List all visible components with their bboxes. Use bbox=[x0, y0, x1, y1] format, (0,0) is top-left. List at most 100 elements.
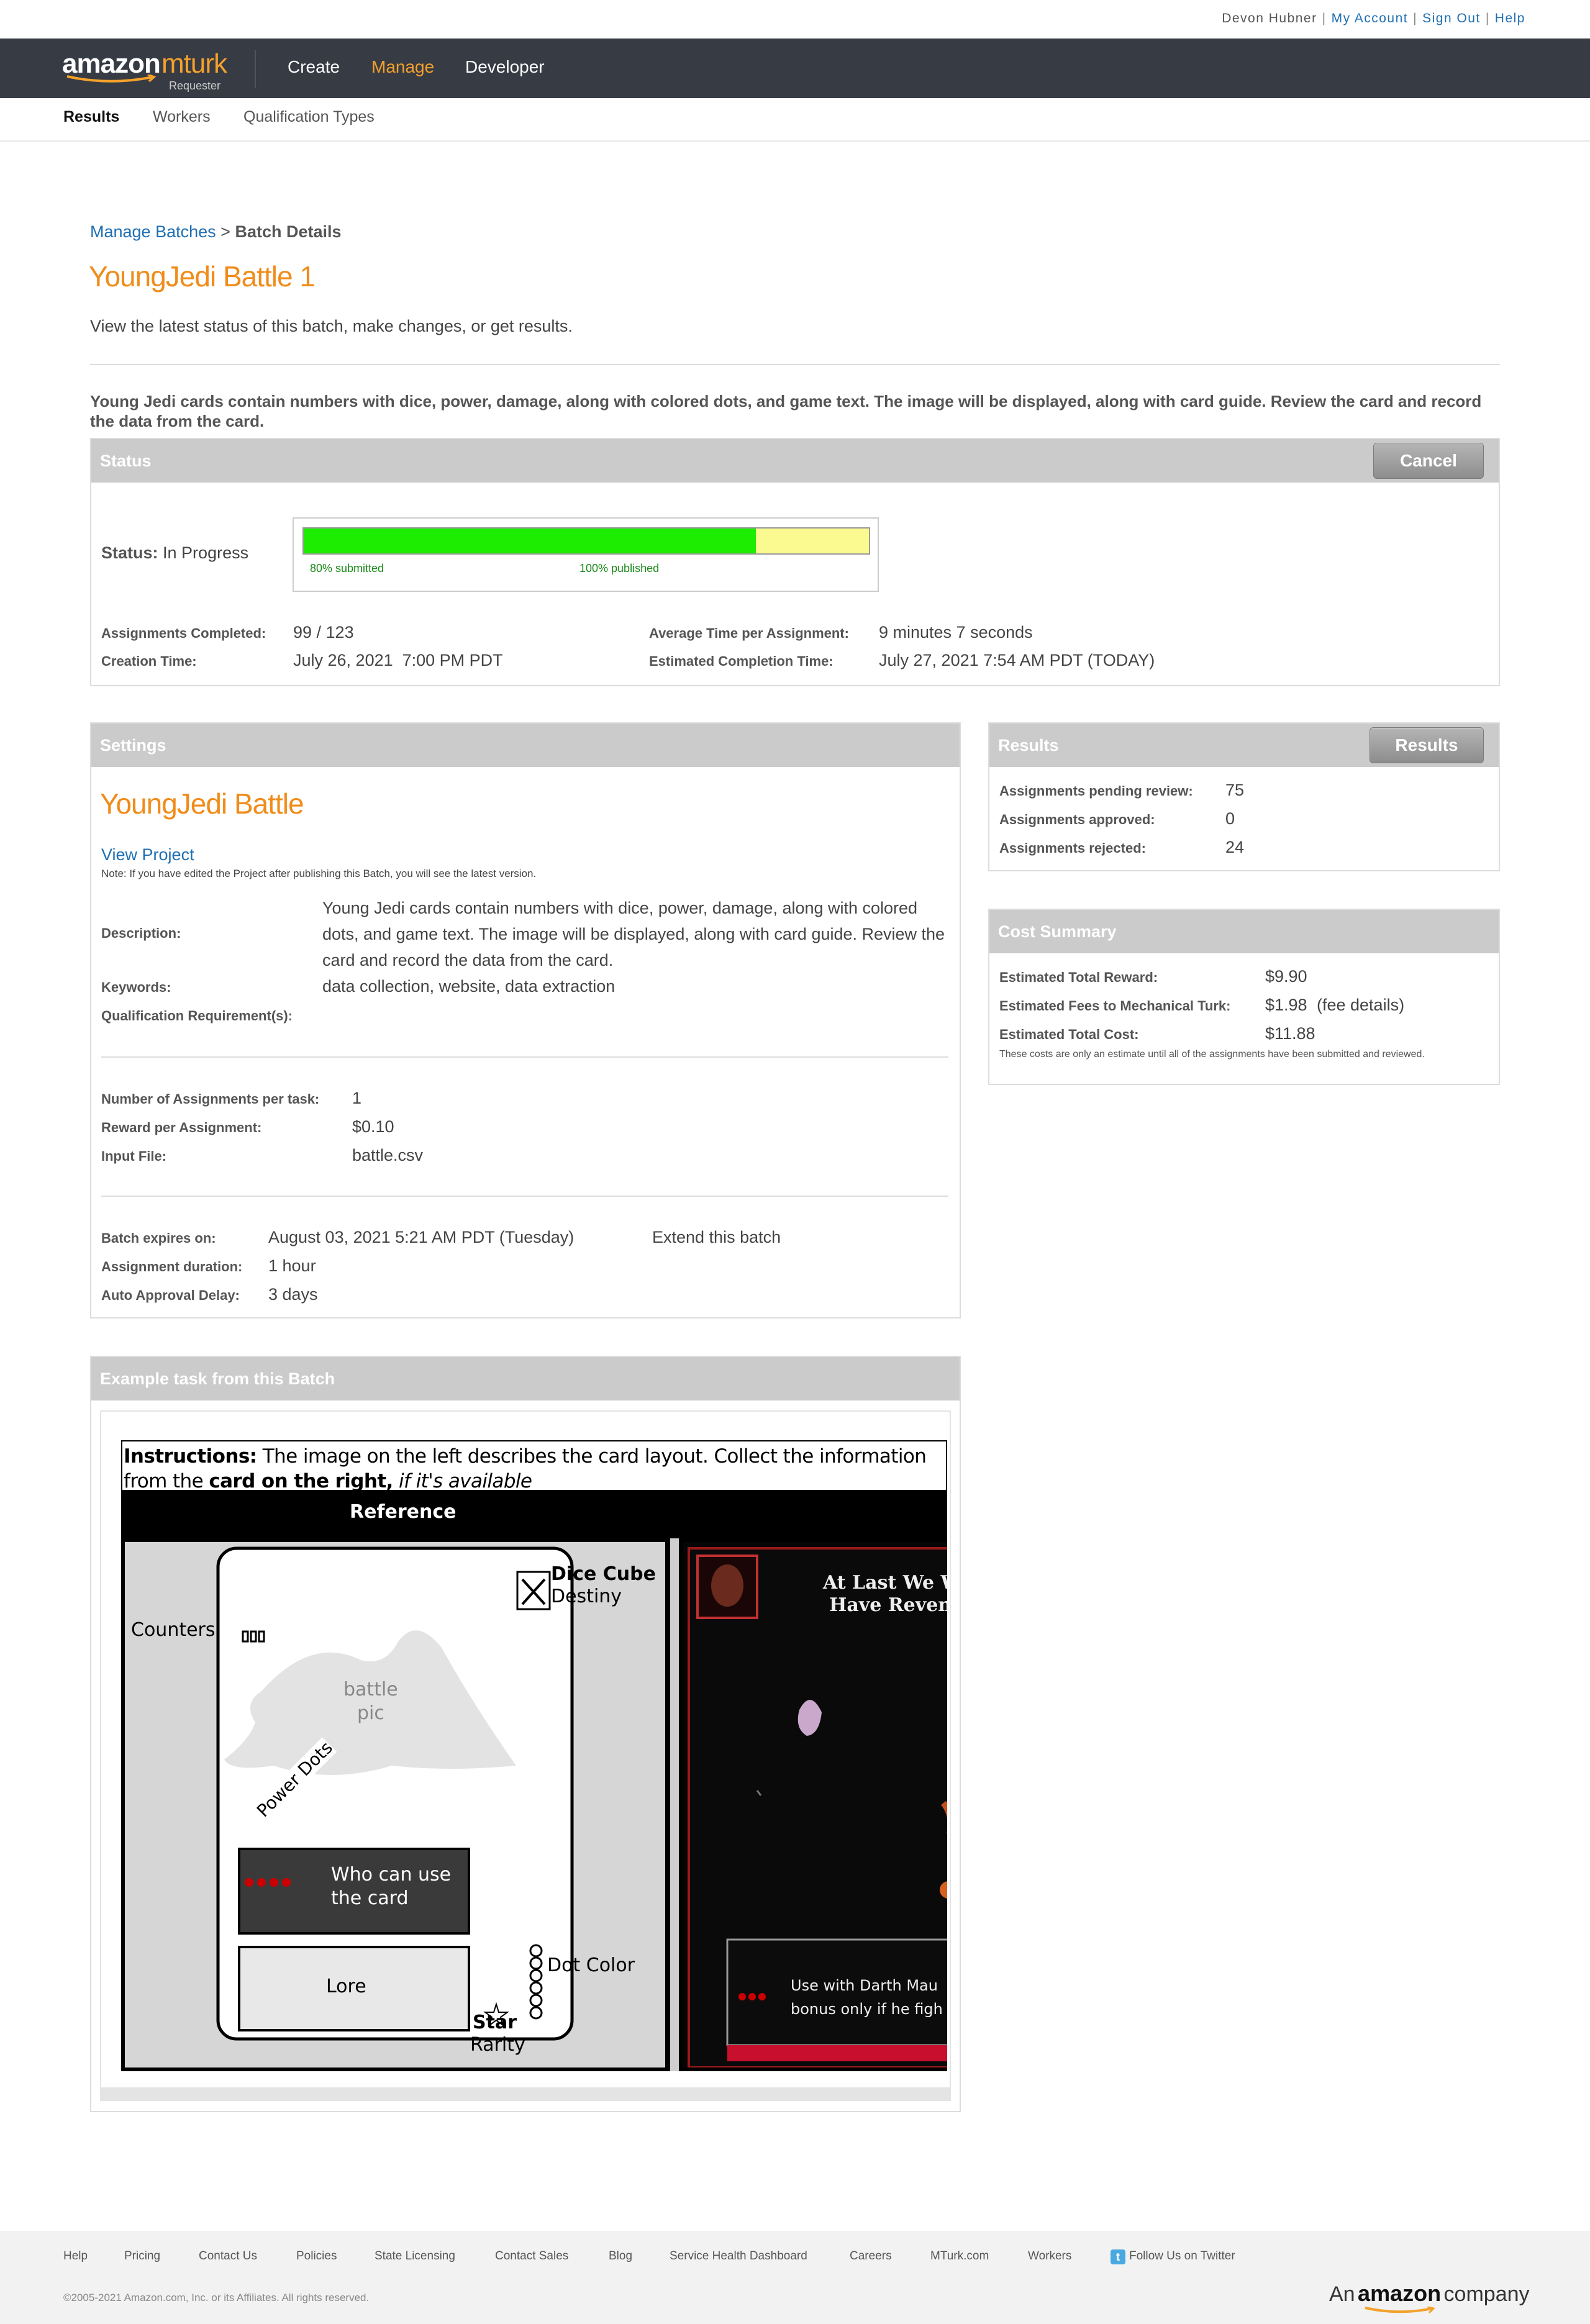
cost-note: These costs are only an estimate until a… bbox=[999, 1049, 1425, 1060]
est-fees-label: Estimated Fees to Mechanical Turk: bbox=[999, 998, 1231, 1014]
nav-divider bbox=[255, 50, 256, 88]
label-star: Star bbox=[473, 2012, 517, 2033]
auto-approval-value: 3 days bbox=[268, 1285, 318, 1304]
amazon-smile-icon bbox=[66, 75, 157, 83]
card-image-pane: At Last We W Have Reven Use with Darth M… bbox=[670, 1538, 947, 2071]
footer-link-blog[interactable]: Blog bbox=[609, 2249, 632, 2263]
status-panel-header: Status bbox=[91, 439, 1499, 483]
status-label: Status: bbox=[101, 543, 158, 562]
cancel-button[interactable]: Cancel bbox=[1373, 443, 1484, 479]
description-label: Description: bbox=[101, 925, 181, 941]
label-dice-cube: Dice Cube bbox=[551, 1563, 656, 1585]
main-navbar: amazon mturk Requester Create Manage Dev… bbox=[0, 39, 1590, 98]
footer-link-pricing[interactable]: Pricing bbox=[124, 2249, 160, 2263]
reward-label: Reward per Assignment: bbox=[101, 1120, 262, 1135]
status-panel: Status Cancel Status: In Progress 80% su… bbox=[90, 438, 1500, 686]
card-title-line2: Have Reven bbox=[829, 1594, 947, 1616]
breadcrumb-separator: > bbox=[220, 222, 230, 241]
status-value: In Progress bbox=[163, 543, 249, 562]
subnav-workers[interactable]: Workers bbox=[153, 108, 211, 126]
num-assignments-value: 1 bbox=[352, 1089, 362, 1107]
instructions-italic: if it's available bbox=[393, 1470, 532, 1492]
card-text-line2: bonus only if he figh bbox=[791, 2000, 943, 2018]
view-project-link[interactable]: View Project bbox=[101, 845, 194, 865]
creation-time-label: Creation Time: bbox=[101, 653, 197, 669]
results-button[interactable]: Results bbox=[1370, 727, 1484, 763]
footer-link-mturk[interactable]: MTurk.com bbox=[930, 2249, 989, 2263]
footer-link-workers[interactable]: Workers bbox=[1028, 2249, 1071, 2263]
est-total-value: $11.88 bbox=[1265, 1024, 1315, 1043]
batch-description: Young Jedi cards contain numbers with di… bbox=[90, 392, 1482, 430]
fee-details-link[interactable]: (fee details) bbox=[1317, 996, 1404, 1015]
footer-link-contact-us[interactable]: Contact Us bbox=[199, 2249, 257, 2263]
mturk-logo[interactable]: amazon mturk Requester bbox=[62, 47, 230, 92]
footer-link-service-health[interactable]: Service Health Dashboard bbox=[670, 2249, 807, 2263]
subnav-results[interactable]: Results bbox=[63, 108, 119, 126]
subnav-qualification-types[interactable]: Qualification Types bbox=[243, 108, 375, 126]
task-frame-scrollbar[interactable] bbox=[101, 2087, 950, 2100]
assignments-completed-value: 99 / 123 bbox=[293, 623, 354, 642]
my-account-link[interactable]: My Account bbox=[1332, 11, 1409, 25]
progress-bar-submitted-fill bbox=[304, 529, 756, 553]
reference-pane: Counters Dice Cube Destiny battle pic Po… bbox=[121, 1538, 670, 2071]
rejected-label: Assignments rejected: bbox=[999, 840, 1146, 856]
logo-mturk-text: mturk bbox=[161, 48, 227, 79]
breadcrumb: Manage Batches > Batch Details bbox=[90, 222, 342, 242]
separator: | bbox=[1322, 11, 1327, 25]
footer-link-help[interactable]: Help bbox=[63, 2249, 88, 2263]
project-name: YoungJedi Battle bbox=[100, 788, 304, 820]
top-links: Devon Hubner | My Account | Sign Out | Help bbox=[1222, 6, 1525, 31]
batch-expires-value: August 03, 2021 5:21 AM PDT (Tuesday) bbox=[268, 1228, 575, 1246]
label-destiny: Destiny bbox=[551, 1586, 622, 1607]
breadcrumb-manage-batches[interactable]: Manage Batches bbox=[90, 222, 216, 241]
assignments-completed-label: Assignments Completed: bbox=[101, 625, 266, 641]
footer-link-state-licensing[interactable]: State Licensing bbox=[375, 2249, 455, 2263]
twitter-icon[interactable]: t bbox=[1111, 2249, 1125, 2264]
results-panel: Results Results Assignments pending revi… bbox=[988, 722, 1500, 871]
qualification-label: Qualification Requirement(s): bbox=[101, 1008, 293, 1024]
cost-summary-header: Cost Summary bbox=[989, 910, 1499, 953]
description-value: Young Jedi cards contain numbers with di… bbox=[322, 899, 945, 969]
assignment-duration-label: Assignment duration: bbox=[101, 1259, 243, 1274]
footer-link-policies[interactable]: Policies bbox=[296, 2249, 337, 2263]
status-line: Status: In Progress bbox=[101, 543, 248, 563]
nav-manage[interactable]: Manage bbox=[371, 57, 434, 77]
input-file-link[interactable]: battle.csv bbox=[352, 1146, 423, 1165]
avg-time-label: Average Time per Assignment: bbox=[649, 625, 849, 641]
logo-requester-text: Requester bbox=[169, 79, 221, 92]
task-frame: Instructions: The image on the left desc… bbox=[100, 1410, 951, 2101]
footer-link-careers[interactable]: Careers bbox=[850, 2249, 892, 2263]
auto-approval-label: Auto Approval Delay: bbox=[101, 1287, 240, 1303]
instructions-label: Instructions: bbox=[124, 1445, 257, 1468]
example-task-panel: Example task from this Batch Instruction… bbox=[90, 1356, 961, 2112]
footer: Help Pricing Contact Us Policies State L… bbox=[0, 2231, 1590, 2324]
amazon-smile-icon bbox=[1365, 2307, 1435, 2314]
extend-batch-link[interactable]: Extend this batch bbox=[652, 1228, 781, 1247]
est-fees-value: $1.98 bbox=[1265, 996, 1307, 1014]
input-file-label: Input File: bbox=[101, 1148, 167, 1164]
label-who-can-use-line2: the card bbox=[331, 1887, 409, 1909]
divider bbox=[101, 1056, 948, 1058]
footer-link-contact-sales[interactable]: Contact Sales bbox=[495, 2249, 568, 2263]
page-title: YoungJedi Battle 1 bbox=[89, 260, 316, 293]
est-reward-label: Estimated Total Reward: bbox=[999, 969, 1158, 985]
card-image: At Last We W Have Reven Use with Darth M… bbox=[683, 1542, 947, 2068]
separator: | bbox=[1413, 11, 1418, 25]
label-rarity: Rarity bbox=[470, 2034, 525, 2056]
nav-developer[interactable]: Developer bbox=[465, 57, 545, 77]
label-counters: Counters bbox=[131, 1619, 216, 1641]
project-note: Note: If you have edited the Project aft… bbox=[101, 868, 537, 879]
footer-link-twitter[interactable]: Follow Us on Twitter bbox=[1129, 2249, 1235, 2263]
creation-time-value: July 26, 2021 7:00 PM PDT bbox=[293, 651, 503, 670]
sign-out-link[interactable]: Sign Out bbox=[1422, 11, 1481, 25]
help-link[interactable]: Help bbox=[1495, 11, 1525, 25]
settings-panel: Settings YoungJedi Battle View Project N… bbox=[90, 722, 961, 1319]
card-text-line1: Use with Darth Mau bbox=[791, 1977, 938, 1994]
divider bbox=[101, 1196, 948, 1197]
label-dot-color: Dot Color bbox=[547, 1954, 635, 1976]
copyright: ©2005-2021 Amazon.com, Inc. or its Affil… bbox=[63, 2292, 370, 2304]
pending-review-value: 75 bbox=[1225, 781, 1245, 799]
company-amazon: amazon bbox=[1358, 2281, 1442, 2306]
nav-create[interactable]: Create bbox=[288, 57, 340, 77]
user-name: Devon Hubner bbox=[1222, 11, 1317, 25]
